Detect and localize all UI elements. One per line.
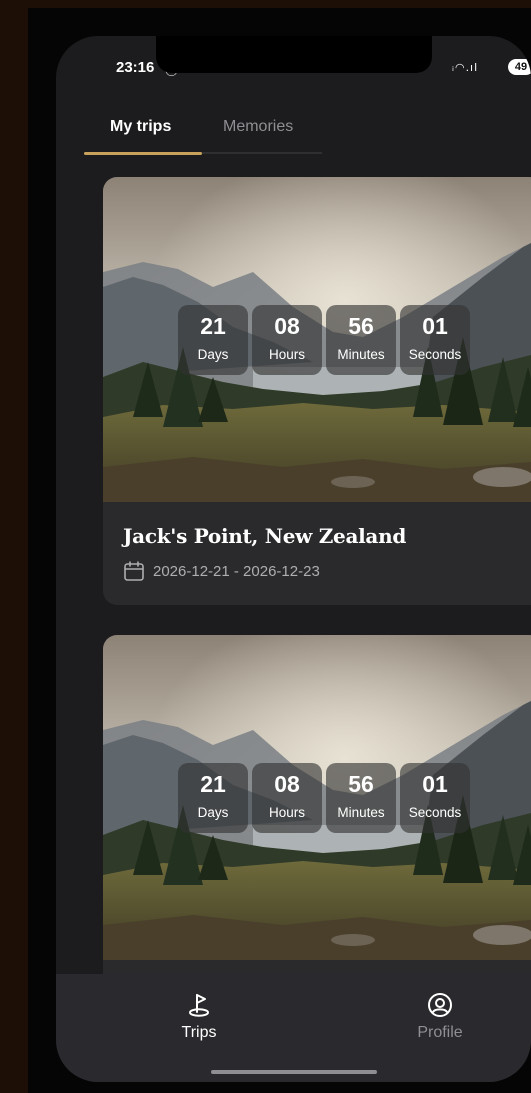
countdown-days: 21 Days <box>178 305 248 375</box>
countdown-timer: 21 Days 08 Hours 56 Minutes 01 Seconds <box>178 305 470 375</box>
page: 23:16 ⦿ ᵢ◠.ıl 49 My trips Memories <box>0 0 531 1093</box>
tab-memories[interactable]: Memories <box>223 118 293 136</box>
trip-tabs: My trips Memories <box>56 106 531 156</box>
countdown-hours: 08 Hours <box>252 763 322 833</box>
home-indicator[interactable] <box>211 1070 377 1074</box>
calendar-icon <box>124 561 144 581</box>
golf-flag-icon <box>189 994 209 1017</box>
countdown-value: 01 <box>422 313 448 339</box>
profile-icon <box>428 993 452 1017</box>
countdown-minutes: 56 Minutes <box>326 763 396 833</box>
countdown-unit: Minutes <box>337 347 385 362</box>
countdown-value: 08 <box>274 313 300 339</box>
countdown-days: 21 Days <box>178 763 248 833</box>
countdown-unit: Hours <box>268 805 305 820</box>
nav-label: Trips <box>181 1024 217 1041</box>
nav-label: Profile <box>417 1024 463 1041</box>
countdown-unit: Days <box>197 347 229 362</box>
countdown-unit: Days <box>197 805 229 820</box>
phone-frame: 23:16 ⦿ ᵢ◠.ıl 49 My trips Memories <box>56 36 531 1082</box>
trip-card[interactable]: 21 Days 08 Hours 56 Minutes <box>103 177 531 605</box>
nav-trips[interactable]: Trips <box>149 992 249 1042</box>
status-time: 23:16 <box>116 59 155 76</box>
countdown-value: 56 <box>348 313 374 339</box>
countdown-unit: Minutes <box>337 805 385 820</box>
countdown-value: 21 <box>200 313 226 339</box>
countdown-value: 08 <box>274 771 300 797</box>
signal-icon: ᵢ◠.ıl <box>452 61 479 74</box>
tab-my-trips[interactable]: My trips <box>110 118 171 136</box>
trip-cover-image: 21 Days 08 Hours 56 Minutes 01 Seconds <box>103 635 531 960</box>
countdown-seconds: 01 Seconds <box>400 763 470 833</box>
countdown-timer: 21 Days 08 Hours 56 Minutes 01 Seconds <box>178 763 470 833</box>
trip-date-range: 2026-12-21 - 2026-12-23 <box>153 562 320 580</box>
trip-list: 21 Days 08 Hours 56 Minutes 01 Seconds J… <box>56 177 531 977</box>
countdown-unit: Seconds <box>408 805 462 820</box>
trip-cover-image: 21 Days 08 Hours 56 Minutes 01 Seconds <box>103 177 531 502</box>
device-screen: 23:16 ⦿ ᵢ◠.ıl 49 My trips Memories <box>28 8 531 1093</box>
countdown-unit: Seconds <box>408 347 462 362</box>
countdown-minutes: 56 Minutes <box>326 305 396 375</box>
trip-card[interactable]: 21 Days 08 Hours 56 Minutes <box>103 635 531 977</box>
countdown-value: 01 <box>422 771 448 797</box>
countdown-hours: 08 Hours <box>252 305 322 375</box>
tab-active-indicator <box>84 152 202 155</box>
battery-badge: 49 <box>508 59 531 75</box>
countdown-value: 56 <box>348 771 374 797</box>
countdown-value: 21 <box>200 771 226 797</box>
camera-notch <box>156 36 432 73</box>
bottom-navigation: Trips Profile <box>56 974 531 1082</box>
nav-profile[interactable]: Profile <box>390 992 490 1042</box>
countdown-seconds: 01 Seconds <box>400 305 470 375</box>
trip-dates: 2026-12-21 - 2026-12-23 <box>123 560 320 582</box>
countdown-unit: Hours <box>268 347 305 362</box>
trip-title: Jack's Point, New Zealand <box>123 524 406 548</box>
